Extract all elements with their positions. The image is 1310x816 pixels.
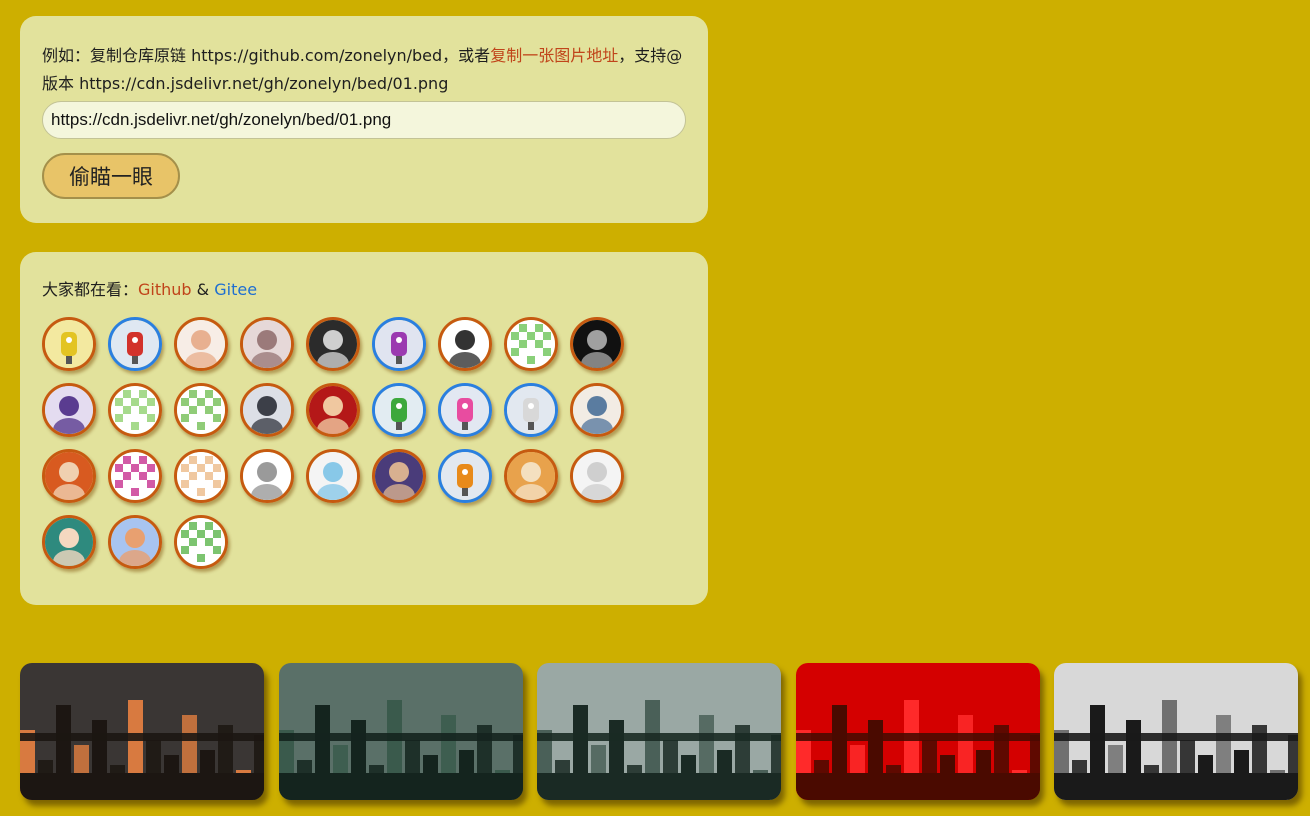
dinosaur-avatar[interactable] [570,317,624,371]
robot-red-avatar[interactable] [108,317,162,371]
peek-button[interactable]: 偷瞄一眼 [42,153,180,199]
hint-prefix: 例如：复制仓库原链 https://github.com/zonelyn/bed… [42,46,491,65]
red-warrior-avatar[interactable] [306,383,360,437]
amp-text: & [191,280,215,299]
city-teal-thumb[interactable] [278,663,523,800]
city-grey-teal-thumb[interactable] [537,663,781,800]
identicon-peach-avatar[interactable] [174,449,228,503]
city-red-thumb[interactable] [795,663,1040,800]
city-mono-thumb[interactable] [1054,663,1298,800]
users-title: 大家都在看：Github & Gitee [42,278,686,302]
gray-cat-avatar[interactable] [240,449,294,503]
search-hint: 例如：复制仓库原链 https://github.com/zonelyn/bed… [42,42,686,98]
robot-white-avatar[interactable] [504,383,558,437]
cartoon-boy-avatar[interactable] [108,515,162,569]
robot-pink-avatar[interactable] [438,383,492,437]
gitee-link[interactable]: Gitee [214,280,257,299]
white-hair-avatar[interactable] [570,449,624,503]
url-input[interactable] [42,101,686,139]
anime-girl-sitting-avatar[interactable] [174,317,228,371]
identicon-lightgreen-avatar[interactable] [108,383,162,437]
portrait-photo-avatar[interactable] [372,449,426,503]
cartoon-face-avatar[interactable] [438,317,492,371]
github-link[interactable]: Github [138,280,192,299]
white-cat-avatar[interactable] [240,317,294,371]
dark-sketch-avatar[interactable] [306,317,360,371]
identicon-green-avatar[interactable] [504,317,558,371]
robot-purple-avatar[interactable] [372,317,426,371]
search-card: 例如：复制仓库原链 https://github.com/zonelyn/bed… [20,16,708,223]
hint-image-link[interactable]: 复制一张图片地址 [490,46,618,65]
purple-hair-avatar[interactable] [42,383,96,437]
glasses-man-avatar[interactable] [42,449,96,503]
identicon-green2-avatar[interactable] [174,383,228,437]
city-night-thumb[interactable] [20,663,264,800]
users-title-prefix: 大家都在看： [42,280,139,299]
identicon-green3-avatar[interactable] [174,515,228,569]
identicon-pink-avatar[interactable] [108,449,162,503]
robot-yellow-avatar[interactable] [42,317,96,371]
users-card: 大家都在看：Github & Gitee [20,252,708,605]
robot-green-avatar[interactable] [372,383,426,437]
thumbnail-strip [20,663,1300,800]
laughing-cartoon-avatar[interactable] [306,449,360,503]
anime-girl-green-avatar[interactable] [42,515,96,569]
robot-orange-avatar[interactable] [438,449,492,503]
anime-man-avatar[interactable] [240,383,294,437]
avatar-grid [42,317,642,569]
tom-cat-avatar[interactable] [570,383,624,437]
kitten-photo-avatar[interactable] [504,449,558,503]
